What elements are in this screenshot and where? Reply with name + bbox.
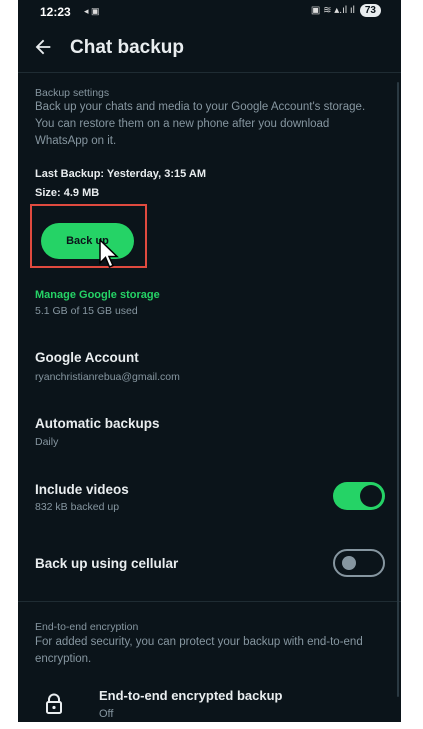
page-title: Chat backup — [70, 37, 185, 58]
e2e-backup-title: End-to-end encrypted backup — [99, 688, 283, 703]
include-videos-toggle[interactable] — [333, 482, 385, 510]
status-bar: 12:23 ◂ ▣ ▣ ≋ ▴.ıl ıl 73 — [18, 0, 401, 24]
manage-google-storage-link[interactable]: Manage Google storage — [35, 289, 160, 301]
lock-icon — [46, 693, 62, 714]
signal-wifi-icons: ▣ ≋ ▴.ıl ıl — [310, 5, 355, 16]
encryption-description: For added security, you can protect your… — [35, 636, 363, 665]
status-time: 12:23 — [40, 5, 71, 19]
toggle-knob — [360, 485, 382, 507]
toggle-knob — [342, 556, 356, 570]
cellular-backup-toggle[interactable] — [333, 549, 385, 577]
notification-icons: ◂ ▣ — [84, 6, 100, 16]
arrow-left-icon[interactable] — [32, 36, 54, 58]
google-account-email: ryanchristianrebua@gmail.com — [35, 371, 180, 383]
automatic-backups-value: Daily — [35, 436, 59, 448]
phone-screen: 12:23 ◂ ▣ ▣ ≋ ▴.ıl ıl 73 Chat backup Bac… — [18, 0, 401, 722]
battery-icon: 73 — [359, 4, 381, 17]
cellular-backup-title: Back up using cellular — [35, 556, 179, 571]
e2e-backup-status: Off — [99, 708, 114, 720]
google-account-title: Google Account — [35, 350, 139, 365]
backup-description: Back up your chats and media to your Goo… — [35, 101, 366, 147]
header-divider — [18, 72, 401, 73]
mouse-cursor-icon — [99, 239, 119, 268]
encryption-label: End-to-end encryption — [35, 621, 139, 633]
last-backup-text: Last Backup: Yesterday, 3:15 AM — [35, 168, 206, 180]
backup-size-text: Size: 4.9 MB — [35, 187, 100, 199]
backup-settings-label: Backup settings — [35, 87, 110, 99]
include-videos-title: Include videos — [35, 482, 129, 497]
automatic-backups-title: Automatic backups — [35, 416, 160, 431]
scrollbar[interactable] — [397, 82, 399, 697]
storage-usage-text: 5.1 GB of 15 GB used — [35, 305, 138, 317]
status-right-icons: ▣ ≋ ▴.ıl ıl 73 — [311, 4, 381, 17]
highlight-box — [30, 204, 147, 268]
app-bar: Chat backup — [18, 26, 401, 70]
include-videos-subtitle: 832 kB backed up — [35, 501, 120, 513]
section-divider — [18, 601, 401, 602]
